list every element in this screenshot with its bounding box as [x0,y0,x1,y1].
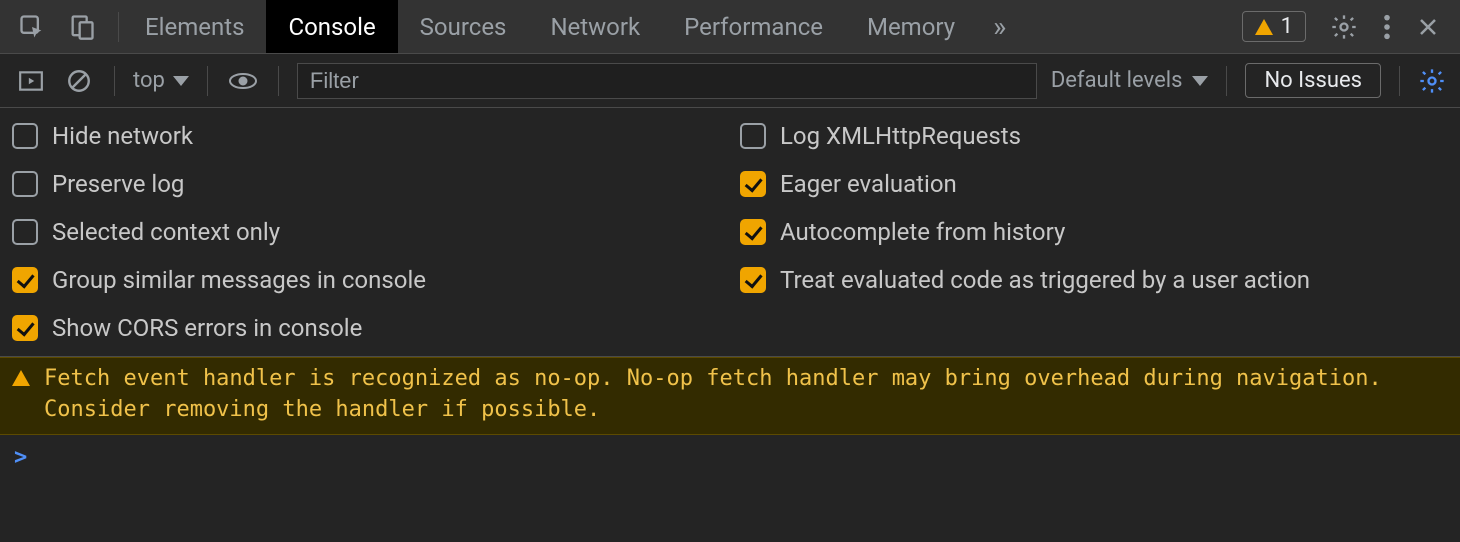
divider [1399,66,1400,96]
kebab-menu-icon[interactable] [1382,13,1392,41]
log-levels-selector[interactable]: Default levels [1051,68,1209,93]
filter-input[interactable] [297,63,1037,99]
tab-memory[interactable]: Memory [845,0,977,53]
option-autocomplete-history[interactable]: Autocomplete from history [740,218,1448,246]
checkbox[interactable] [740,123,766,149]
option-preserve-log[interactable]: Preserve log [12,170,720,198]
console-warning-entry[interactable]: Fetch event handler is recognized as no-… [0,357,1460,435]
option-user-action[interactable]: Treat evaluated code as triggered by a u… [740,266,1448,294]
checkbox[interactable] [12,171,38,197]
option-label: Hide network [52,122,193,150]
tab-label: Sources [420,13,507,41]
tabs-list: Elements Console Sources Network Perform… [123,0,1022,53]
chevron-down-icon [1192,76,1208,86]
divider [118,12,119,42]
tab-label: Network [550,13,640,41]
tab-label: Console [288,13,375,41]
tabbar-left-icons [0,13,114,41]
tab-elements[interactable]: Elements [123,0,266,53]
tab-label: Performance [684,13,823,41]
tab-network[interactable]: Network [528,0,662,53]
option-label: Eager evaluation [780,170,957,198]
option-cors-errors[interactable]: Show CORS errors in console [12,314,720,342]
levels-label: Default levels [1051,68,1183,93]
checkbox[interactable] [12,315,38,341]
empty-cell [740,314,1448,342]
settings-icon[interactable] [1330,13,1358,41]
checkbox[interactable] [740,219,766,245]
issues-button[interactable]: No Issues [1245,63,1381,98]
issues-label: No Issues [1264,68,1362,93]
checkbox[interactable] [12,267,38,293]
checkbox[interactable] [12,123,38,149]
tab-performance[interactable]: Performance [662,0,845,53]
option-label: Selected context only [52,218,280,246]
option-label: Group similar messages in console [52,266,426,294]
divider [278,66,279,96]
console-prompt[interactable]: > [0,435,1460,480]
option-selected-context[interactable]: Selected context only [12,218,720,246]
clear-console-icon[interactable] [62,66,96,96]
option-label: Autocomplete from history [780,218,1065,246]
option-label: Log XMLHttpRequests [780,122,1021,150]
option-hide-network[interactable]: Hide network [12,122,720,150]
live-expression-icon[interactable] [226,66,260,96]
device-toggle-icon[interactable] [68,13,96,41]
divider [114,66,115,96]
warning-count: 1 [1281,14,1293,39]
context-selector[interactable]: top [133,68,189,93]
prompt-caret-icon: > [14,445,27,470]
warning-message: Fetch event handler is recognized as no-… [44,364,1448,426]
tab-label: Elements [145,13,244,41]
tab-label: Memory [867,13,955,41]
option-group-similar[interactable]: Group similar messages in console [12,266,720,294]
close-icon[interactable] [1416,15,1440,39]
checkbox[interactable] [740,171,766,197]
option-log-xhr[interactable]: Log XMLHttpRequests [740,122,1448,150]
divider [207,66,208,96]
inspect-icon[interactable] [18,13,46,41]
warnings-badge[interactable]: 1 [1242,11,1306,42]
console-settings-icon[interactable] [1418,67,1446,95]
tabbar-right: 1 [1222,11,1460,42]
devtools-tabbar: Elements Console Sources Network Perform… [0,0,1460,54]
option-label: Treat evaluated code as triggered by a u… [780,266,1310,294]
checkbox[interactable] [740,267,766,293]
warning-icon [1255,19,1273,35]
option-label: Preserve log [52,170,184,198]
more-tabs-button[interactable]: » [977,0,1022,53]
console-toolbar: top Default levels No Issues [0,54,1460,108]
console-settings-panel: Hide network Log XMLHttpRequests Preserv… [0,108,1460,357]
tab-console[interactable]: Console [266,0,397,53]
context-label: top [133,68,165,93]
option-label: Show CORS errors in console [52,314,362,342]
option-eager-eval[interactable]: Eager evaluation [740,170,1448,198]
overflow-glyph: » [993,10,1006,43]
chevron-down-icon [173,76,189,86]
checkbox[interactable] [12,219,38,245]
warning-icon [12,370,30,386]
toggle-sidebar-icon[interactable] [14,66,48,96]
tab-sources[interactable]: Sources [398,0,529,53]
divider [1226,66,1227,96]
